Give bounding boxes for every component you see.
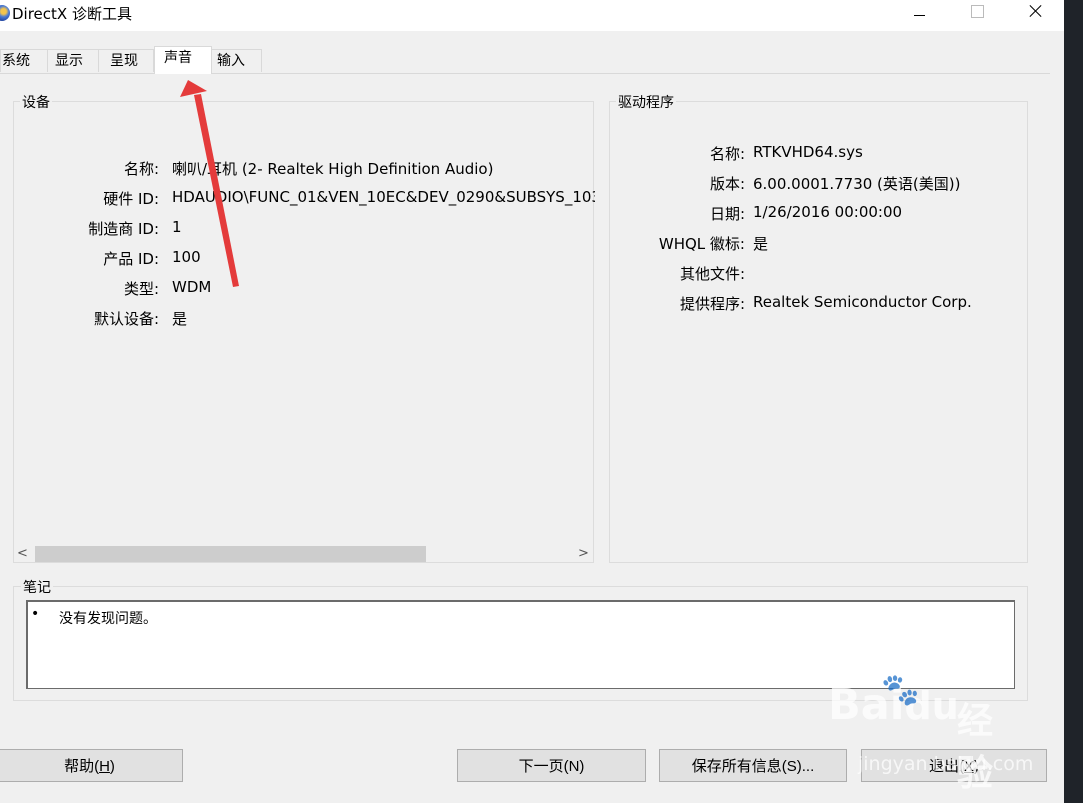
tab-display[interactable]: 显示 xyxy=(47,49,99,72)
title-bar: DirectX 诊断工具 xyxy=(0,0,1064,31)
driver-version-value: 6.00.0001.7730 (英语(美国)) xyxy=(753,175,961,193)
driver-version-label: 版本: xyxy=(709,175,745,193)
close-button[interactable] xyxy=(1012,0,1058,31)
driver-name-row: 名称: RTKVHD64.sys xyxy=(610,143,1029,165)
device-group: 设备 名称: 喇叭/耳机 (2- Realtek High Definition… xyxy=(13,92,595,563)
help-button-label: 帮助( xyxy=(64,758,100,775)
maximize-button[interactable] xyxy=(954,0,1000,31)
driver-version-row: 版本: 6.00.0001.7730 (英语(美国)) xyxy=(610,173,1029,195)
scroll-thumb[interactable] xyxy=(35,546,426,562)
default-device-value: 是 xyxy=(172,310,188,328)
default-device-row: 默认设备: 是 xyxy=(14,308,574,330)
bullet-icon: • xyxy=(31,606,40,622)
other-files-row: 其他文件: xyxy=(610,263,1029,285)
driver-date-row: 日期: 1/26/2016 00:00:00 xyxy=(610,203,1029,225)
scroll-right-icon[interactable]: > xyxy=(575,545,592,562)
product-id-value: 100 xyxy=(172,248,201,266)
save-all-info-button[interactable]: 保存所有信息(S)... xyxy=(659,749,847,782)
driver-group-title: 驱动程序 xyxy=(616,92,676,112)
directx-icon xyxy=(0,5,10,21)
manufacturer-id-row: 制造商 ID: 1 xyxy=(14,218,574,240)
device-name-row: 名称: 喇叭/耳机 (2- Realtek High Definition Au… xyxy=(14,158,574,180)
provider-row: 提供程序: Realtek Semiconductor Corp. xyxy=(610,293,1029,315)
product-id-row: 产品 ID: 100 xyxy=(14,248,574,270)
paw-icon: 🐾 xyxy=(881,672,920,708)
help-mnemonic: H xyxy=(99,758,110,775)
jingyan-text: 经验 xyxy=(957,701,994,794)
scroll-left-icon[interactable]: < xyxy=(14,545,31,562)
help-button-tail: ) xyxy=(109,758,115,775)
tab-sound[interactable]: 声音 xyxy=(154,46,212,74)
notes-group-title: 笔记 xyxy=(21,577,53,597)
driver-date-label: 日期: xyxy=(709,205,745,223)
tab-render[interactable]: 呈现 xyxy=(98,49,154,72)
product-id-label: 产品 ID: xyxy=(103,250,159,268)
provider-value: Realtek Semiconductor Corp. xyxy=(753,293,972,311)
driver-group: 驱动程序 名称: RTKVHD64.sys 版本: 6.00.0001.7730… xyxy=(609,92,1029,563)
next-page-button-label: 下一页(N) xyxy=(518,758,585,775)
whql-logo-value: 是 xyxy=(753,235,769,253)
jingyan-url: jingyan.baidu.com xyxy=(858,753,1034,775)
whql-logo-label: WHQL 徽标: xyxy=(658,235,745,253)
manufacturer-id-label: 制造商 ID: xyxy=(88,220,159,238)
default-device-label: 默认设备: xyxy=(93,310,159,328)
device-type-label: 类型: xyxy=(123,280,159,298)
note-message: 没有发现问题。 xyxy=(59,611,157,627)
driver-name-value: RTKVHD64.sys xyxy=(753,143,863,161)
driver-date-value: 1/26/2016 00:00:00 xyxy=(753,203,903,221)
device-type-value: WDM xyxy=(172,278,212,296)
notes-text-area[interactable]: • 没有发现问题。 xyxy=(26,600,1015,689)
hardware-id-row: 硬件 ID: HDAUDIO\FUNC_01&VEN_10EC&DEV_0290… xyxy=(14,188,595,210)
manufacturer-id-value: 1 xyxy=(172,218,182,236)
device-name-value: 喇叭/耳机 (2- Realtek High Definition Audio) xyxy=(172,160,494,178)
save-all-info-button-label: 保存所有信息(S)... xyxy=(691,758,815,775)
help-button[interactable]: 帮助(H) xyxy=(0,749,183,782)
next-page-button[interactable]: 下一页(N) xyxy=(457,749,646,782)
hardware-id-value: HDAUDIO\FUNC_01&VEN_10EC&DEV_0290&SUBSYS… xyxy=(172,188,595,206)
device-horizontal-scrollbar[interactable]: < > xyxy=(14,545,592,562)
window-title: DirectX 诊断工具 xyxy=(12,5,132,23)
minimize-button[interactable] xyxy=(896,0,942,31)
tab-input[interactable]: 输入 xyxy=(211,49,262,72)
other-files-label: 其他文件: xyxy=(679,265,745,283)
tab-strip: 系统 显示 呈现 声音 输入 xyxy=(0,46,1064,74)
provider-label: 提供程序: xyxy=(679,295,745,313)
device-group-title: 设备 xyxy=(20,92,52,112)
tab-system[interactable]: 系统 xyxy=(0,49,48,72)
driver-name-label: 名称: xyxy=(709,145,745,163)
hardware-id-label: 硬件 ID: xyxy=(103,190,159,208)
device-type-row: 类型: WDM xyxy=(14,278,574,300)
whql-logo-row: WHQL 徽标: 是 xyxy=(610,233,1029,255)
device-name-label: 名称: xyxy=(123,160,159,178)
